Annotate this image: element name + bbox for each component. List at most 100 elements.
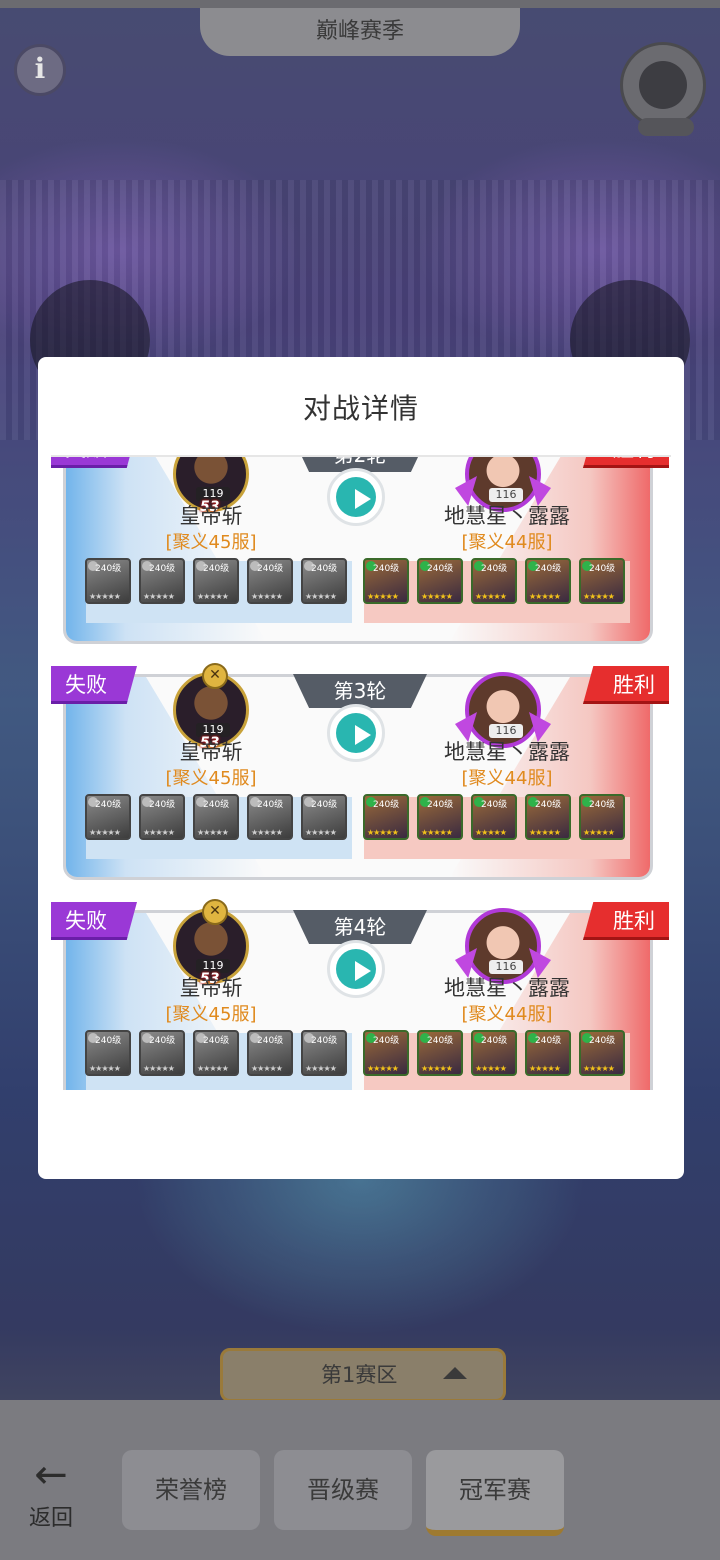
left-hero-card[interactable]: 240级 ★★★★★ <box>247 558 293 604</box>
left-hero-card[interactable]: 240级 ★★★★★ <box>85 558 131 604</box>
hero-level: 240级 <box>589 800 616 810</box>
right-hero-card[interactable]: 240级 ★★★★★ <box>363 1030 409 1076</box>
star-rating-icon: ★★★★★ <box>251 828 283 837</box>
right-hero-card[interactable]: 240级 ★★★★★ <box>417 794 463 840</box>
left-player-name: 皇帝斩 <box>179 504 243 528</box>
crossed-swords-icon: ✕ <box>202 663 228 689</box>
modal-title: 对战详情 <box>302 392 419 425</box>
lose-flag: 失败 <box>51 902 137 940</box>
left-hero-card[interactable]: 240级 ★★★★★ <box>193 558 239 604</box>
star-rating-icon: ★★★★★ <box>367 592 399 601</box>
star-rating-icon: ★★★★★ <box>143 592 175 601</box>
round-card: 第3轮 失败 胜利 ✕ 119 53 116 皇帝斩 [聚义45服] 地慧星丶露… <box>51 663 669 892</box>
star-rating-icon: ★★★★★ <box>529 592 561 601</box>
left-hero-card[interactable]: 240级 ★★★★★ <box>301 794 347 840</box>
left-hero-card[interactable]: 240级 ★★★★★ <box>301 558 347 604</box>
hero-level: 240级 <box>149 564 176 574</box>
hero-level: 240级 <box>95 564 122 574</box>
left-player-name: 皇帝斩 <box>179 740 243 764</box>
left-hero-card[interactable]: 240级 ★★★★★ <box>139 1030 185 1076</box>
replay-button[interactable] <box>327 468 385 526</box>
left-hero-card[interactable]: 240级 ★★★★★ <box>247 1030 293 1076</box>
star-rating-icon: ★★★★★ <box>89 1064 121 1073</box>
right-hero-card[interactable]: 240级 ★★★★★ <box>471 558 517 604</box>
star-rating-icon: ★★★★★ <box>251 1064 283 1073</box>
star-rating-icon: ★★★★★ <box>197 1064 229 1073</box>
hero-level: 240级 <box>589 1036 616 1046</box>
left-hero-card[interactable]: 240级 ★★★★★ <box>139 558 185 604</box>
star-rating-icon: ★★★★★ <box>529 1064 561 1073</box>
right-hero-card[interactable]: 240级 ★★★★★ <box>579 794 625 840</box>
star-rating-icon: ★★★★★ <box>89 592 121 601</box>
left-player-server: [聚义45服] <box>165 1004 257 1025</box>
right-player-name: 地慧星丶露露 <box>444 740 570 764</box>
star-rating-icon: ★★★★★ <box>583 1064 615 1073</box>
lose-flag: 失败 <box>51 666 137 704</box>
replay-button[interactable] <box>327 940 385 998</box>
hero-level: 240级 <box>311 564 338 574</box>
left-hero-card[interactable]: 240级 ★★★★★ <box>85 1030 131 1076</box>
star-rating-icon: ★★★★★ <box>197 828 229 837</box>
replay-button[interactable] <box>327 704 385 762</box>
left-player-server: [聚义45服] <box>165 768 257 789</box>
star-rating-icon: ★★★★★ <box>197 592 229 601</box>
star-rating-icon: ★★★★★ <box>367 828 399 837</box>
hero-level: 240级 <box>535 564 562 574</box>
hero-level: 240级 <box>481 564 508 574</box>
hero-level: 240级 <box>95 800 122 810</box>
hero-level: 240级 <box>311 1036 338 1046</box>
star-rating-icon: ★★★★★ <box>305 828 337 837</box>
right-hero-card[interactable]: 240级 ★★★★★ <box>525 558 571 604</box>
battle-details-modal: 对战详情 第2轮 失败 胜利 ✕ 119 53 116 皇帝斩 [聚义45服] … <box>38 357 684 1179</box>
right-hero-card[interactable]: 240级 ★★★★★ <box>363 794 409 840</box>
win-flag: 胜利 <box>583 457 669 468</box>
hero-level: 240级 <box>203 800 230 810</box>
hero-level: 240级 <box>589 564 616 574</box>
hero-level: 240级 <box>95 1036 122 1046</box>
star-rating-icon: ★★★★★ <box>475 828 507 837</box>
right-hero-card[interactable]: 240级 ★★★★★ <box>417 558 463 604</box>
left-hero-card[interactable]: 240级 ★★★★★ <box>193 1030 239 1076</box>
star-rating-icon: ★★★★★ <box>421 592 453 601</box>
left-hero-card[interactable]: 240级 ★★★★★ <box>85 794 131 840</box>
star-rating-icon: ★★★★★ <box>251 592 283 601</box>
hero-level: 240级 <box>535 800 562 810</box>
right-hero-card[interactable]: 240级 ★★★★★ <box>525 1030 571 1076</box>
hero-level: 240级 <box>427 1036 454 1046</box>
left-hero-card[interactable]: 240级 ★★★★★ <box>193 794 239 840</box>
hero-level: 240级 <box>427 564 454 574</box>
lose-flag: 失败 <box>51 457 137 468</box>
right-hero-card[interactable]: 240级 ★★★★★ <box>471 1030 517 1076</box>
left-hero-card[interactable]: 240级 ★★★★★ <box>139 794 185 840</box>
rounds-list[interactable]: 第2轮 失败 胜利 ✕ 119 53 116 皇帝斩 [聚义45服] 地慧星丶露… <box>51 457 669 1090</box>
star-rating-icon: ★★★★★ <box>89 828 121 837</box>
right-player-name: 地慧星丶露露 <box>444 976 570 1000</box>
hero-level: 240级 <box>257 800 284 810</box>
left-hero-card[interactable]: 240级 ★★★★★ <box>301 1030 347 1076</box>
hero-level: 240级 <box>427 800 454 810</box>
right-hero-card[interactable]: 240级 ★★★★★ <box>471 794 517 840</box>
right-hero-card[interactable]: 240级 ★★★★★ <box>363 558 409 604</box>
round-card: 第2轮 失败 胜利 ✕ 119 53 116 皇帝斩 [聚义45服] 地慧星丶露… <box>51 457 669 656</box>
round-label: 第4轮 <box>293 910 427 944</box>
right-hero-card[interactable]: 240级 ★★★★★ <box>579 558 625 604</box>
right-hero-card[interactable]: 240级 ★★★★★ <box>417 1030 463 1076</box>
round-card: 第4轮 失败 胜利 ✕ 119 53 116 皇帝斩 [聚义45服] 地慧星丶露… <box>51 899 669 1090</box>
hero-level: 240级 <box>535 1036 562 1046</box>
right-player-server: [聚义44服] <box>461 1004 553 1025</box>
star-rating-icon: ★★★★★ <box>305 1064 337 1073</box>
star-rating-icon: ★★★★★ <box>475 1064 507 1073</box>
crossed-swords-icon: ✕ <box>202 899 228 925</box>
star-rating-icon: ★★★★★ <box>421 1064 453 1073</box>
left-player-server: [聚义45服] <box>165 532 257 553</box>
right-player-name: 地慧星丶露露 <box>444 504 570 528</box>
hero-level: 240级 <box>257 564 284 574</box>
win-flag: 胜利 <box>583 902 669 940</box>
right-hero-card[interactable]: 240级 ★★★★★ <box>525 794 571 840</box>
hero-level: 240级 <box>149 800 176 810</box>
right-hero-card[interactable]: 240级 ★★★★★ <box>579 1030 625 1076</box>
hero-level: 240级 <box>373 800 400 810</box>
hero-level: 240级 <box>481 1036 508 1046</box>
play-icon <box>336 713 376 753</box>
left-hero-card[interactable]: 240级 ★★★★★ <box>247 794 293 840</box>
